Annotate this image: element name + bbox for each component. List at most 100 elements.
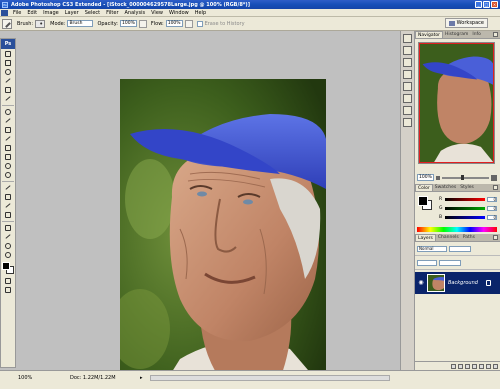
- tab-paths[interactable]: Paths: [461, 234, 477, 241]
- lock-options[interactable]: [417, 259, 437, 266]
- blend-mode-select[interactable]: Normal: [417, 245, 447, 252]
- panel-menu-icon[interactable]: [493, 32, 498, 37]
- blue-value[interactable]: 0: [487, 214, 497, 220]
- lasso-tool-icon[interactable]: [2, 68, 14, 76]
- zoom-tool-icon[interactable]: [2, 251, 14, 259]
- trash-icon[interactable]: [493, 363, 498, 369]
- brush-picker[interactable]: [35, 19, 46, 28]
- panel-menu-icon[interactable]: [493, 185, 498, 190]
- tool-preset-picker[interactable]: [2, 18, 12, 29]
- green-slider[interactable]: [445, 206, 485, 210]
- minimize-button[interactable]: _: [475, 1, 482, 8]
- horizontal-scrollbar[interactable]: [150, 375, 390, 381]
- menu-file[interactable]: File: [10, 10, 24, 16]
- blue-slider[interactable]: [445, 215, 485, 219]
- flow-field[interactable]: 100%: [165, 20, 183, 27]
- panel-menu-icon[interactable]: [493, 235, 498, 240]
- canvas-area[interactable]: [16, 31, 400, 389]
- new-group-icon[interactable]: [479, 363, 484, 369]
- foreground-color-swatch[interactable]: [2, 262, 10, 270]
- menu-edit[interactable]: Edit: [24, 10, 40, 16]
- status-menu-arrow-icon[interactable]: ▸: [140, 375, 143, 381]
- tab-histogram[interactable]: Histogram: [443, 31, 470, 38]
- path-selection-tool-icon[interactable]: [2, 202, 14, 210]
- status-zoom[interactable]: 100%: [18, 375, 32, 381]
- zoom-slider[interactable]: [441, 174, 489, 180]
- eyedropper-tool-icon[interactable]: [2, 233, 14, 241]
- dock-tool-presets-icon[interactable]: [403, 70, 412, 79]
- layer-style-icon[interactable]: [458, 363, 463, 369]
- shape-tool-icon[interactable]: [2, 211, 14, 219]
- marquee-tool-icon[interactable]: [2, 59, 14, 67]
- maximize-button[interactable]: □: [483, 1, 490, 8]
- tab-color[interactable]: Color: [415, 184, 433, 191]
- dock-character-icon[interactable]: [403, 94, 412, 103]
- document-photo[interactable]: [120, 79, 326, 389]
- dock-brushes-icon[interactable]: [403, 58, 412, 67]
- eye-icon[interactable]: ◉: [417, 279, 425, 287]
- dock-paragraph-icon[interactable]: [403, 106, 412, 115]
- adjustment-layer-icon[interactable]: [472, 363, 477, 369]
- tab-styles[interactable]: Styles: [458, 184, 476, 191]
- layer-fill-field[interactable]: [439, 259, 461, 266]
- slice-tool-icon[interactable]: [2, 95, 14, 103]
- quick-mask-icon[interactable]: [2, 277, 14, 285]
- menu-window[interactable]: Window: [166, 10, 192, 16]
- green-value[interactable]: 0: [487, 205, 497, 211]
- opacity-field[interactable]: 100%: [120, 20, 137, 27]
- color-spectrum-ramp[interactable]: [417, 227, 497, 232]
- screen-mode-icon[interactable]: [2, 286, 14, 294]
- mode-select[interactable]: Brush: [67, 20, 94, 27]
- move-tool-icon[interactable]: [2, 50, 14, 58]
- erase-to-history-checkbox[interactable]: [196, 20, 203, 27]
- brush-tool-icon[interactable]: [2, 117, 14, 125]
- dodge-tool-icon[interactable]: [2, 171, 14, 179]
- tab-swatches[interactable]: Swatches: [433, 184, 459, 191]
- notes-tool-icon[interactable]: [2, 224, 14, 232]
- link-layers-icon[interactable]: [451, 363, 456, 369]
- red-value[interactable]: 0: [487, 196, 497, 202]
- layer-opacity-field[interactable]: [449, 245, 471, 252]
- layer-row-background[interactable]: ◉ Background: [415, 272, 500, 294]
- eraser-tool-icon[interactable]: [2, 144, 14, 152]
- workspace-button[interactable]: Workspace: [444, 18, 488, 28]
- foreground-background-colors[interactable]: [1, 261, 15, 275]
- navigator-zoom-field[interactable]: 100%: [417, 174, 434, 181]
- dock-layer-comps-icon[interactable]: [403, 118, 412, 127]
- red-slider[interactable]: [445, 197, 485, 201]
- pen-tool-icon[interactable]: [2, 184, 14, 192]
- type-tool-icon[interactable]: [2, 193, 14, 201]
- color-foreground-swatch[interactable]: [418, 196, 428, 206]
- gradient-tool-icon[interactable]: [2, 153, 14, 161]
- close-button[interactable]: ×: [491, 1, 498, 8]
- navigator-thumbnail[interactable]: [418, 42, 495, 164]
- healing-brush-tool-icon[interactable]: [2, 108, 14, 116]
- tab-layers[interactable]: Layers: [415, 234, 436, 241]
- menu-help[interactable]: Help: [192, 10, 209, 16]
- hand-tool-icon[interactable]: [2, 242, 14, 250]
- crop-tool-icon[interactable]: [2, 86, 14, 94]
- new-layer-icon[interactable]: [486, 363, 491, 369]
- tab-channels[interactable]: Channels: [436, 234, 461, 241]
- history-brush-tool-icon[interactable]: [2, 135, 14, 143]
- dock-actions-icon[interactable]: [403, 46, 412, 55]
- zoom-out-icon[interactable]: [435, 175, 440, 180]
- navigator-view-frame[interactable]: [419, 43, 494, 163]
- menu-layer[interactable]: Layer: [62, 10, 82, 16]
- magic-wand-tool-icon[interactable]: [2, 77, 14, 85]
- dock-history-icon[interactable]: [403, 34, 412, 43]
- dock-clone-source-icon[interactable]: [403, 82, 412, 91]
- opacity-slider-button[interactable]: [138, 19, 147, 28]
- menu-view[interactable]: View: [148, 10, 166, 16]
- layer-name[interactable]: Background: [448, 280, 478, 286]
- menu-select[interactable]: Select: [82, 10, 103, 16]
- tab-navigator[interactable]: Navigator: [415, 31, 444, 38]
- tab-info[interactable]: Info: [470, 31, 483, 38]
- zoom-in-icon[interactable]: [491, 174, 497, 181]
- menu-image[interactable]: Image: [40, 10, 62, 16]
- menu-analysis[interactable]: Analysis: [122, 10, 149, 16]
- blur-tool-icon[interactable]: [2, 162, 14, 170]
- clone-stamp-tool-icon[interactable]: [2, 126, 14, 134]
- menu-filter[interactable]: Filter: [103, 10, 121, 16]
- layer-mask-icon[interactable]: [465, 363, 470, 369]
